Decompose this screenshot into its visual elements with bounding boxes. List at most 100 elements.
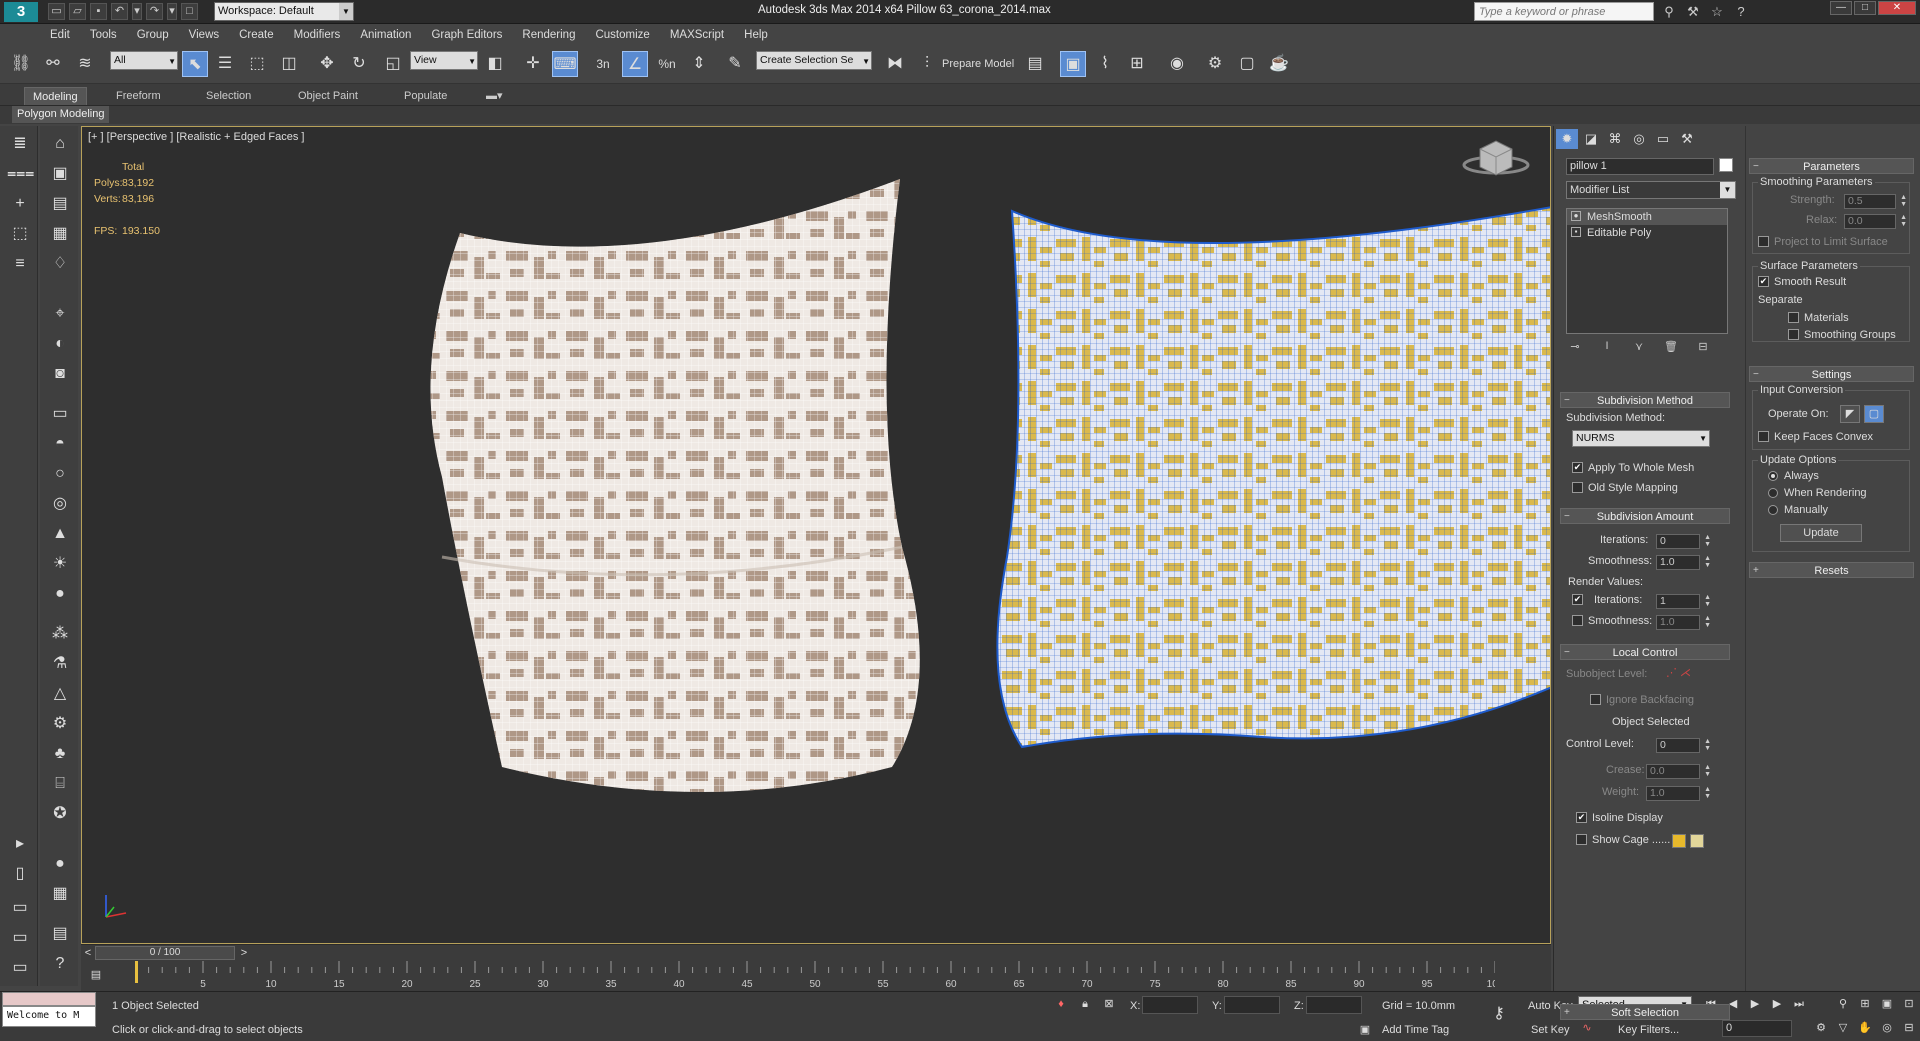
smooth-result-checkbox[interactable]: ✔ [1758, 276, 1769, 287]
spinner-arrows-icon[interactable]: ▲ ▼ [1704, 534, 1711, 548]
sphere-shaded-icon[interactable]: ● [47, 852, 73, 876]
make-unique-icon[interactable]: ⋎ [1630, 340, 1648, 356]
smoothness-spinner[interactable]: 1.0 ▲ ▼ [1656, 555, 1711, 570]
new-file-icon[interactable]: ▭ [48, 3, 65, 20]
menu-graph-editors[interactable]: Graph Editors [421, 24, 512, 46]
dome-icon[interactable]: ◓ [47, 432, 73, 456]
menu-create[interactable]: Create [229, 24, 284, 46]
layers-icon[interactable]: ≣ [7, 132, 33, 156]
iterations-spinner[interactable]: 0 ▲ ▼ [1656, 534, 1711, 549]
maxscript-listener-mini[interactable] [2, 992, 96, 1006]
left-pillow-mesh[interactable] [430, 179, 920, 792]
utilities-tab-icon[interactable]: ⚒ [1676, 129, 1698, 149]
operate-on-triangles-icon[interactable]: ◤ [1840, 405, 1860, 423]
particles-icon[interactable]: ⁂ [47, 622, 73, 646]
render-production-icon[interactable]: ☕ [1266, 51, 1292, 77]
ignore-backfacing-checkbox[interactable] [1590, 694, 1601, 705]
plus-icon[interactable]: + [7, 192, 33, 216]
tab-modeling[interactable]: Modeling [24, 87, 87, 105]
rotate-icon[interactable]: ↻ [346, 51, 372, 77]
edit-named-selection-icon[interactable]: ✎ [722, 51, 748, 77]
key-filters-button[interactable]: Key Filters... [1618, 1024, 1679, 1036]
perspective-viewport[interactable]: [+ ] [Perspective ] [Realistic + Edged F… [81, 126, 1551, 944]
subdivision-method-dropdown[interactable]: NURMS ▼ [1572, 430, 1710, 447]
time-cursor[interactable] [135, 961, 138, 983]
update-manually-radio[interactable] [1768, 505, 1778, 515]
z-coordinate-field[interactable] [1306, 996, 1362, 1014]
menu-help[interactable]: Help [734, 24, 778, 46]
calculator-icon[interactable]: ▦ [47, 882, 73, 906]
materials-checkbox[interactable] [1788, 312, 1799, 323]
spinner-arrows-icon[interactable]: ▲ ▼ [1704, 738, 1711, 752]
field-of-view-icon[interactable]: ▽ [1834, 1020, 1852, 1036]
right-pillow-mesh[interactable] [996, 206, 1551, 749]
video-camera-icon[interactable]: ◙ [47, 362, 73, 386]
polygon-modeling-panel[interactable]: Polygon Modeling [12, 106, 110, 123]
y-coordinate-field[interactable] [1224, 996, 1280, 1014]
control-level-spinner[interactable]: 0 ▲ ▼ [1656, 738, 1711, 753]
percent-snap-icon[interactable]: %n [654, 51, 680, 77]
keyboard-shortcut-override-icon[interactable]: ⌨ [552, 51, 578, 77]
stack-item-editable-poly[interactable]: ▪ Editable Poly [1567, 225, 1727, 241]
create-tab-icon[interactable]: ✹ [1556, 129, 1578, 149]
torus-icon[interactable]: ◎ [47, 492, 73, 516]
time-tag-icon[interactable]: ▣ [1356, 1022, 1374, 1038]
redo-dropdown-icon[interactable]: ▾ [167, 3, 177, 20]
menu-animation[interactable]: Animation [350, 24, 421, 46]
binoculars-icon[interactable]: ⚲ [1660, 3, 1678, 20]
geosphere-icon[interactable]: ● [47, 582, 73, 606]
unlink-icon[interactable]: ⚯ [40, 51, 66, 77]
camera-icon[interactable]: ▣ [47, 162, 73, 186]
layer-add-icon[interactable]: ⩶ [7, 162, 34, 186]
spinner-arrows-icon[interactable]: ▲ ▼ [1704, 615, 1711, 629]
time-configuration-icon[interactable]: ⚙ [1812, 1020, 1830, 1036]
strength-spinner[interactable]: 0.5 ▲ ▼ [1844, 194, 1907, 209]
zoom-extents-icon[interactable]: ▣ [1878, 996, 1896, 1012]
lock-icon[interactable]: 🔒︎ [1076, 996, 1094, 1012]
menu-customize[interactable]: Customize [585, 24, 659, 46]
select-manipulate-icon[interactable]: ✛ [520, 51, 546, 77]
expand-arrow-icon[interactable]: ▸ [7, 832, 33, 856]
rendered-frame-window-icon[interactable]: ▢ [1234, 51, 1260, 77]
rectangular-selection-icon[interactable]: ⬚ [244, 51, 270, 77]
select-layer-icon[interactable]: ⬚ [7, 222, 33, 246]
rollout-subdivision-method[interactable]: − Subdivision Method [1560, 392, 1730, 408]
gear-icon[interactable]: ⚙ [47, 712, 73, 736]
project-folder-icon[interactable]: □ [181, 3, 198, 20]
old-style-mapping-checkbox[interactable] [1572, 482, 1583, 493]
teapot-icon[interactable]: ⌂ [47, 132, 73, 156]
angle-snap-icon[interactable]: ∠ [622, 51, 648, 77]
curve-icon[interactable]: ∿ [1578, 1020, 1596, 1036]
render-iterations-checkbox[interactable]: ✔ [1572, 594, 1583, 605]
project-limit-checkbox[interactable] [1758, 236, 1769, 247]
named-selection-set-dropdown[interactable]: Create Selection Se ▼ [756, 51, 872, 70]
box-icon[interactable]: ▭ [47, 402, 73, 426]
layer-manager-icon[interactable]: ▤ [1022, 51, 1048, 77]
object-color-swatch[interactable] [1719, 158, 1733, 172]
zoom-extents-all-icon[interactable]: ⊡ [1900, 996, 1918, 1012]
absolute-mode-icon[interactable]: ⊠ [1100, 996, 1118, 1012]
spinner-arrows-icon[interactable]: ▲ ▼ [1704, 764, 1711, 778]
isoline-display-checkbox[interactable]: ✔ [1576, 812, 1587, 823]
spinner-arrows-icon[interactable]: ▲ ▼ [1704, 594, 1711, 608]
modify-tab-icon[interactable]: ◪ [1580, 129, 1602, 149]
mirror-icon[interactable]: ⧓ [882, 51, 908, 77]
x-coordinate-field[interactable] [1142, 996, 1198, 1014]
sun-icon[interactable]: ☀ [47, 552, 73, 576]
move-icon[interactable]: ✥ [314, 51, 340, 77]
configure-modifier-sets-icon[interactable]: ⊟ [1694, 340, 1712, 356]
viewcube[interactable] [1462, 140, 1530, 176]
relax-spinner[interactable]: 0.0 ▲ ▼ [1844, 214, 1907, 229]
crease-spinner[interactable]: 0.0 ▲ ▼ [1646, 764, 1711, 779]
undo-dropdown-icon[interactable]: ▾ [132, 3, 142, 20]
maxscript-listener-input[interactable]: Welcome to M [2, 1006, 96, 1027]
update-when-rendering-radio[interactable] [1768, 488, 1778, 498]
panel-icon[interactable]: ▭ [7, 926, 33, 950]
rollout-subdivision-amount[interactable]: − Subdivision Amount [1560, 508, 1730, 524]
display-tab-icon[interactable]: ▭ [1652, 129, 1674, 149]
align-icon[interactable]: ⫶ [914, 51, 940, 77]
hedra-icon[interactable]: ✪ [47, 802, 73, 826]
orbit-icon[interactable]: ◎ [1878, 1020, 1896, 1036]
spinner-arrows-icon[interactable]: ▲ ▼ [1704, 555, 1711, 569]
remove-modifier-icon[interactable]: 🗑︎ [1662, 340, 1680, 356]
